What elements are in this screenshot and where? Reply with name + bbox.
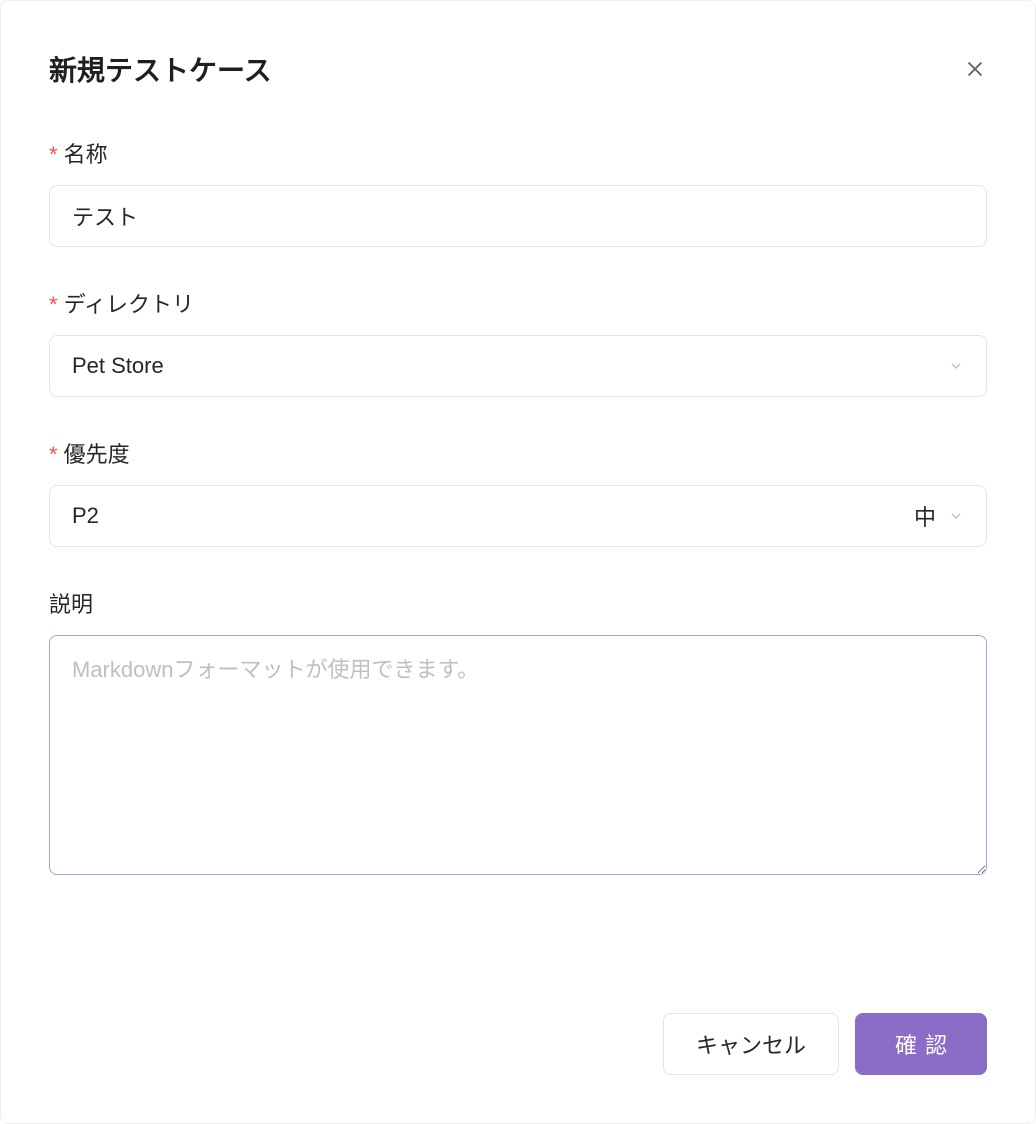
- chevron-down-icon: [948, 358, 964, 374]
- name-field-group: *名称: [49, 137, 987, 247]
- name-label-text: 名称: [64, 142, 108, 167]
- directory-label: *ディレクトリ: [49, 287, 987, 319]
- chevron-down-icon: [948, 508, 964, 524]
- priority-field-group: *優先度 P2 中: [49, 437, 987, 547]
- directory-field-group: *ディレクトリ Pet Store: [49, 287, 987, 397]
- priority-label: *優先度: [49, 437, 987, 469]
- modal-body: *名称 *ディレクトリ Pet Store *優先度 P2 中: [1, 89, 1035, 989]
- priority-select[interactable]: P2 中: [49, 485, 987, 547]
- required-asterisk: *: [49, 142, 58, 167]
- description-label: 説明: [49, 587, 987, 619]
- priority-label-text: 優先度: [64, 442, 130, 467]
- close-icon[interactable]: [963, 57, 987, 81]
- description-field-group: 説明: [49, 587, 987, 880]
- modal-footer: キャンセル 確認: [1, 989, 1035, 1123]
- priority-value: P2: [72, 503, 914, 529]
- confirm-button[interactable]: 確認: [855, 1013, 987, 1075]
- description-textarea[interactable]: [49, 635, 987, 875]
- name-input[interactable]: [49, 185, 987, 247]
- cancel-button[interactable]: キャンセル: [663, 1013, 839, 1075]
- priority-extra: 中: [914, 500, 936, 532]
- directory-value: Pet Store: [72, 353, 948, 379]
- name-label: *名称: [49, 137, 987, 169]
- directory-label-text: ディレクトリ: [64, 292, 194, 317]
- description-label-text: 説明: [49, 592, 93, 617]
- required-asterisk: *: [49, 292, 58, 317]
- required-asterisk: *: [49, 442, 58, 467]
- new-test-case-modal: 新規テストケース *名称 *ディレクトリ Pet Store: [0, 0, 1036, 1124]
- modal-header: 新規テストケース: [1, 1, 1035, 89]
- directory-select[interactable]: Pet Store: [49, 335, 987, 397]
- modal-title: 新規テストケース: [49, 49, 272, 89]
